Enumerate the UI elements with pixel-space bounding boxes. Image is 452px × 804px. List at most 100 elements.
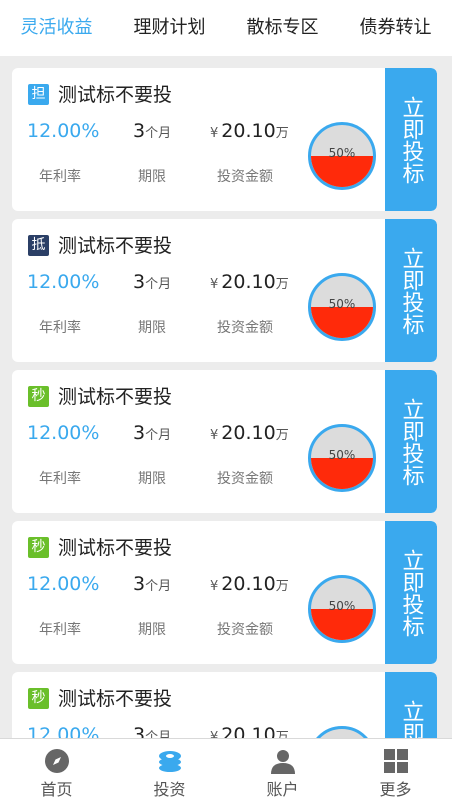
period-number: 3 xyxy=(133,120,146,142)
progress-ring: 50% xyxy=(308,122,376,190)
amount-label: 投资金额 xyxy=(217,320,273,336)
progress-ring: 50% xyxy=(308,575,376,643)
loan-card[interactable]: 秒测试标不要投12.00%3个月¥20.10万年利率期限投资金额50%立即投标 xyxy=(12,672,437,738)
amount-number: 20.10 xyxy=(221,724,276,738)
amount-value: ¥20.10万 xyxy=(210,573,289,595)
progress-ring: 50% xyxy=(308,726,376,738)
period-unit: 个月 xyxy=(145,428,172,443)
loan-card[interactable]: 抵测试标不要投 12.00% 3个月 ¥20.10万年利率 期限 投资金额 50% 立即投标 xyxy=(12,219,437,362)
nav-account-label: 账户 xyxy=(266,780,299,799)
period-value: 3个月 xyxy=(133,120,171,142)
currency-symbol: ¥ xyxy=(210,579,219,594)
loan-type-badge: 秒 xyxy=(28,386,49,407)
progress-fill xyxy=(311,307,373,338)
loan-type-badge: 担 xyxy=(28,84,49,105)
currency-symbol: ¥ xyxy=(210,277,219,292)
nav-invest[interactable]: 投资 xyxy=(113,739,226,804)
tab-flexible-income[interactable]: 灵活收益 xyxy=(0,0,113,56)
amount-value: ¥20.10万 xyxy=(210,422,289,444)
progress-fill xyxy=(311,458,373,489)
invest-now-button[interactable]: 立即投标 xyxy=(385,521,437,664)
amount-number: 20.10 xyxy=(221,573,276,595)
annual-rate-label: 年利率 xyxy=(39,320,81,336)
period-unit: 个月 xyxy=(145,277,172,292)
period-number: 3 xyxy=(133,422,146,444)
progress-text: 50% xyxy=(328,599,356,613)
tab-loan-zone[interactable]: 散标专区 xyxy=(226,0,339,56)
loan-title: 测试标不要投 xyxy=(58,537,173,559)
progress-fill xyxy=(311,156,373,187)
amount-unit: 万 xyxy=(275,428,289,443)
currency-symbol: ¥ xyxy=(210,730,219,738)
coins-icon xyxy=(113,748,226,774)
period-value: 3个月 xyxy=(133,422,171,444)
period-label: 期限 xyxy=(138,622,166,638)
amount-label: 投资金额 xyxy=(217,471,273,487)
amount-number: 20.10 xyxy=(221,120,276,142)
amount-value: ¥20.10万 xyxy=(210,120,289,142)
annual-rate-label: 年利率 xyxy=(39,471,81,487)
loan-title: 测试标不要投 xyxy=(58,235,173,257)
annual-rate-value: 12.00% xyxy=(27,724,100,738)
bottom-nav: 首页 投资 账户 更多 xyxy=(0,738,452,804)
loan-title: 测试标不要投 xyxy=(58,688,173,710)
progress-text: 50% xyxy=(328,146,356,160)
nav-more-label: 更多 xyxy=(379,780,412,799)
compass-icon xyxy=(0,748,113,774)
period-label: 期限 xyxy=(138,320,166,336)
loan-title: 测试标不要投 xyxy=(58,84,173,106)
period-value: 3个月 xyxy=(133,573,171,595)
period-value: 3个月 xyxy=(133,271,171,293)
amount-unit: 万 xyxy=(275,730,289,738)
nav-home[interactable]: 首页 xyxy=(0,739,113,804)
amount-unit: 万 xyxy=(275,579,289,594)
invest-now-button[interactable]: 立即投标 xyxy=(385,219,437,362)
period-unit: 个月 xyxy=(145,730,172,738)
nav-home-label: 首页 xyxy=(40,780,73,799)
amount-unit: 万 xyxy=(275,126,289,141)
currency-symbol: ¥ xyxy=(210,126,219,141)
loan-list[interactable]: 担测试标不要投 12.00% 3个月 ¥20.10万 年利率 期限 投资金额 50% 立即投标抵… xyxy=(0,56,452,738)
amount-number: 20.10 xyxy=(221,422,276,444)
progress-ring: 50% xyxy=(308,424,376,492)
loan-card[interactable]: 秒测试标不要投 12.00% 3个月 ¥20.10万年利率 期限 投资金额 50% 立即投标 xyxy=(12,370,437,513)
progress-text: 50% xyxy=(328,448,356,462)
annual-rate-label: 年利率 xyxy=(39,622,81,638)
tab-debt-transfer[interactable]: 债券转让 xyxy=(339,0,452,56)
nav-invest-label: 投资 xyxy=(153,780,186,799)
invest-now-button[interactable]: 立即投标 xyxy=(385,672,437,738)
amount-number: 20.10 xyxy=(221,271,276,293)
period-label: 期限 xyxy=(138,169,166,185)
amount-value: ¥20.10万 xyxy=(210,271,289,293)
period-value: 3个月 xyxy=(133,724,171,738)
nav-more[interactable]: 更多 xyxy=(339,739,452,804)
annual-rate-value: 12.00% xyxy=(27,422,100,444)
currency-symbol: ¥ xyxy=(210,428,219,443)
period-unit: 个月 xyxy=(145,126,172,141)
nav-account[interactable]: 账户 xyxy=(226,739,339,804)
amount-label: 投资金额 xyxy=(217,169,273,185)
amount-unit: 万 xyxy=(275,277,289,292)
progress-text: 50% xyxy=(328,297,356,311)
progress-ring: 50% xyxy=(308,273,376,341)
loan-title: 测试标不要投 xyxy=(58,386,173,408)
amount-value: ¥20.10万 xyxy=(210,724,289,738)
tab-wealth-plan[interactable]: 理财计划 xyxy=(113,0,226,56)
annual-rate-value: 12.00% xyxy=(27,120,100,142)
period-unit: 个月 xyxy=(145,579,172,594)
period-number: 3 xyxy=(133,724,146,738)
loan-card[interactable]: 担测试标不要投 12.00% 3个月 ¥20.10万年利率 期限 投资金额 50% 立即投标 xyxy=(12,68,437,211)
user-icon xyxy=(226,748,339,774)
annual-rate-value: 12.00% xyxy=(27,271,100,293)
loan-type-badge: 抵 xyxy=(28,235,49,256)
loan-type-badge: 秒 xyxy=(28,688,49,709)
loan-card[interactable]: 秒测试标不要投12.00%3个月¥20.10万年利率期限投资金额50%立即投标 xyxy=(12,521,437,664)
progress-fill xyxy=(311,609,373,640)
annual-rate-label: 年利率 xyxy=(39,169,81,185)
annual-rate-value: 12.00% xyxy=(27,573,100,595)
period-number: 3 xyxy=(133,573,146,595)
amount-label: 投资金额 xyxy=(217,622,273,638)
period-label: 期限 xyxy=(138,471,166,487)
invest-now-button[interactable]: 立即投标 xyxy=(385,68,437,211)
invest-now-button[interactable]: 立即投标 xyxy=(385,370,437,513)
